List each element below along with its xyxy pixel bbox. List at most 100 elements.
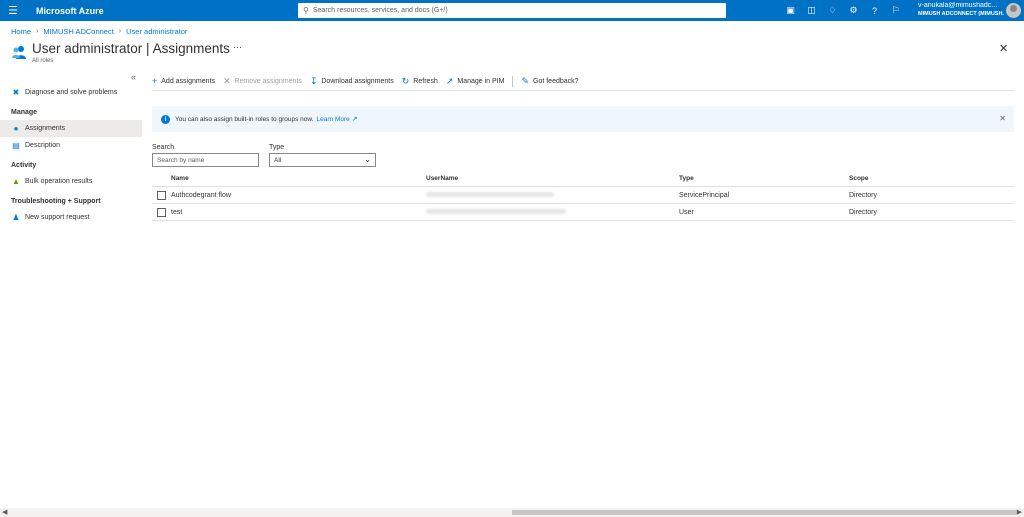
download-icon: ↧ — [309, 75, 318, 86]
directory-filter-icon[interactable]: ◫ — [801, 0, 822, 21]
settings-icon[interactable]: ⚙ — [843, 0, 864, 21]
type-select-value: All — [274, 156, 282, 164]
search-input[interactable] — [152, 153, 259, 167]
column-header-scope[interactable]: Scope — [849, 175, 869, 182]
page-title-section: Assignments — [152, 41, 230, 56]
sidebar-heading-manage: Manage — [11, 109, 38, 116]
row-scope: Directory — [849, 191, 878, 199]
sidebar-heading-activity: Activity — [11, 162, 37, 169]
title-separator: | — [146, 41, 150, 56]
top-icon-group: ▣ ◫ ♢ ⚙ ? ⚐ — [780, 0, 906, 21]
notifications-icon[interactable]: ♢ — [822, 0, 843, 21]
sidebar-item-label: New support request — [25, 214, 90, 221]
row-name: Authcodegrant flow — [171, 191, 231, 199]
account-tenant: MIMUSH ADCONNECT (MIMUSH... — [918, 11, 1004, 17]
command-bar: + Add assignments ✕ Remove assignments ↧… — [152, 73, 587, 89]
close-icon[interactable]: ✕ — [999, 42, 1008, 55]
row-checkbox[interactable] — [157, 207, 166, 217]
bulk-operation-icon: ▲ — [12, 177, 20, 186]
support-person-icon: ♟ — [12, 213, 20, 222]
info-text: You can also assign built-in roles to gr… — [175, 115, 314, 123]
info-banner: i You can also assign built-in roles to … — [152, 106, 1014, 132]
add-assignments-button[interactable]: + Add assignments — [152, 76, 215, 86]
remove-assignments-label: Remove assignments — [234, 77, 302, 85]
sidebar: ✖ Diagnose and solve problems Manage ● A… — [0, 84, 142, 226]
scroll-right-icon[interactable]: ▶ — [1017, 508, 1022, 516]
chevron-right-icon: › — [118, 28, 122, 35]
row-checkbox-cell — [152, 187, 171, 203]
feedback-person-icon: ✎ — [521, 75, 529, 86]
avatar[interactable] — [1006, 3, 1021, 18]
learn-more-link[interactable]: Learn More — [317, 116, 350, 123]
scroll-left-icon[interactable]: ◀ — [2, 508, 7, 516]
remove-x-icon: ✕ — [222, 75, 231, 86]
plus-icon: + — [152, 76, 158, 86]
brand-label[interactable]: Microsoft Azure — [36, 6, 104, 16]
horizontal-scrollbar[interactable]: ◀ ▶ — [0, 508, 1024, 517]
global-search-input[interactable]: ⚲ Search resources, services, and docs (… — [298, 3, 726, 18]
users-icon: ● — [13, 124, 19, 133]
account-name: v-anukala@mimushadc... — [918, 2, 998, 9]
add-assignments-label: Add assignments — [161, 77, 215, 85]
scrollbar-thumb[interactable] — [512, 510, 1016, 515]
refresh-button[interactable]: ↻ Refresh — [402, 76, 438, 87]
row-name: test — [171, 208, 183, 216]
table-row[interactable]: test User Directory — [152, 204, 1014, 221]
account-info[interactable]: v-anukala@mimushadc... MIMUSH ADCONNECT … — [918, 2, 1004, 18]
more-options-icon[interactable]: ··· — [233, 42, 242, 52]
row-scope: Directory — [849, 208, 878, 216]
remove-assignments-button[interactable]: ✕ Remove assignments — [223, 76, 302, 87]
table-row[interactable]: Authcodegrant flow ServicePrincipal Dire… — [152, 187, 1014, 204]
sidebar-item-label: Assignments — [25, 125, 66, 132]
column-header-username[interactable]: UserName — [426, 175, 458, 182]
page-subtitle: All roles — [32, 58, 54, 64]
search-icon: ⚲ — [303, 6, 309, 15]
search-label: Search — [152, 144, 175, 151]
type-select[interactable]: All ⌄ — [269, 153, 376, 167]
sidebar-item-new-support-request[interactable]: ♟ New support request — [0, 209, 142, 226]
refresh-icon: ↻ — [401, 75, 410, 86]
breadcrumb-home[interactable]: Home — [11, 27, 31, 36]
help-icon[interactable]: ? — [864, 0, 885, 21]
manage-in-pim-button[interactable]: ↗ Manage in PIM — [446, 76, 505, 87]
row-type: ServicePrincipal — [679, 191, 730, 199]
breadcrumb-role[interactable]: User administrator — [126, 27, 187, 36]
feedback-icon[interactable]: ⚐ — [885, 0, 906, 21]
wrench-icon: ✖ — [12, 88, 20, 97]
sidebar-item-description[interactable]: ▤ Description — [0, 137, 142, 154]
dismiss-banner-icon[interactable]: ✕ — [999, 114, 1006, 123]
sidebar-item-label: Description — [25, 142, 61, 149]
collapse-sidebar-icon[interactable]: « — [131, 72, 136, 82]
feedback-button[interactable]: ✎ Got feedback? — [521, 76, 578, 87]
chevron-right-icon: › — [36, 28, 39, 35]
feedback-label: Got feedback? — [533, 77, 579, 85]
sidebar-item-diagnose[interactable]: ✖ Diagnose and solve problems — [0, 84, 142, 101]
document-icon: ▤ — [12, 141, 20, 150]
row-checkbox-cell — [152, 204, 171, 220]
external-link-icon[interactable]: ↗ — [352, 115, 358, 123]
page-title-role: User administrator — [32, 41, 143, 56]
column-header-name[interactable]: Name — [171, 175, 189, 182]
info-icon: i — [161, 114, 170, 124]
cloud-shell-icon[interactable]: ▣ — [780, 0, 801, 21]
breadcrumb: Home › MIMUSH ADConnect › User administr… — [11, 27, 187, 36]
manage-in-pim-label: Manage in PIM — [457, 77, 505, 85]
toolbar-divider — [512, 75, 514, 87]
sidebar-heading-troubleshooting: Troubleshooting + Support — [11, 198, 101, 205]
sidebar-item-assignments[interactable]: ● Assignments — [0, 120, 142, 137]
table-header: Name UserName Type Scope — [152, 171, 1014, 187]
menu-icon[interactable]: ☰ — [0, 0, 26, 21]
breadcrumb-tenant[interactable]: MIMUSH ADConnect — [43, 27, 113, 36]
assignments-table: Name UserName Type Scope Authcodegrant f… — [152, 171, 1014, 221]
refresh-label: Refresh — [413, 77, 438, 85]
row-checkbox[interactable] — [157, 190, 166, 200]
users-role-icon — [12, 46, 26, 59]
sidebar-item-bulk-operations[interactable]: ▲ Bulk operation results — [0, 173, 142, 190]
row-type: User — [679, 208, 694, 216]
page-title: User administrator | Assignments — [32, 41, 230, 56]
row-username-redacted — [426, 191, 554, 199]
row-username-redacted — [426, 208, 566, 216]
column-header-type[interactable]: Type — [679, 175, 694, 182]
download-assignments-button[interactable]: ↧ Download assignments — [310, 76, 394, 87]
sidebar-item-label: Bulk operation results — [25, 178, 93, 185]
